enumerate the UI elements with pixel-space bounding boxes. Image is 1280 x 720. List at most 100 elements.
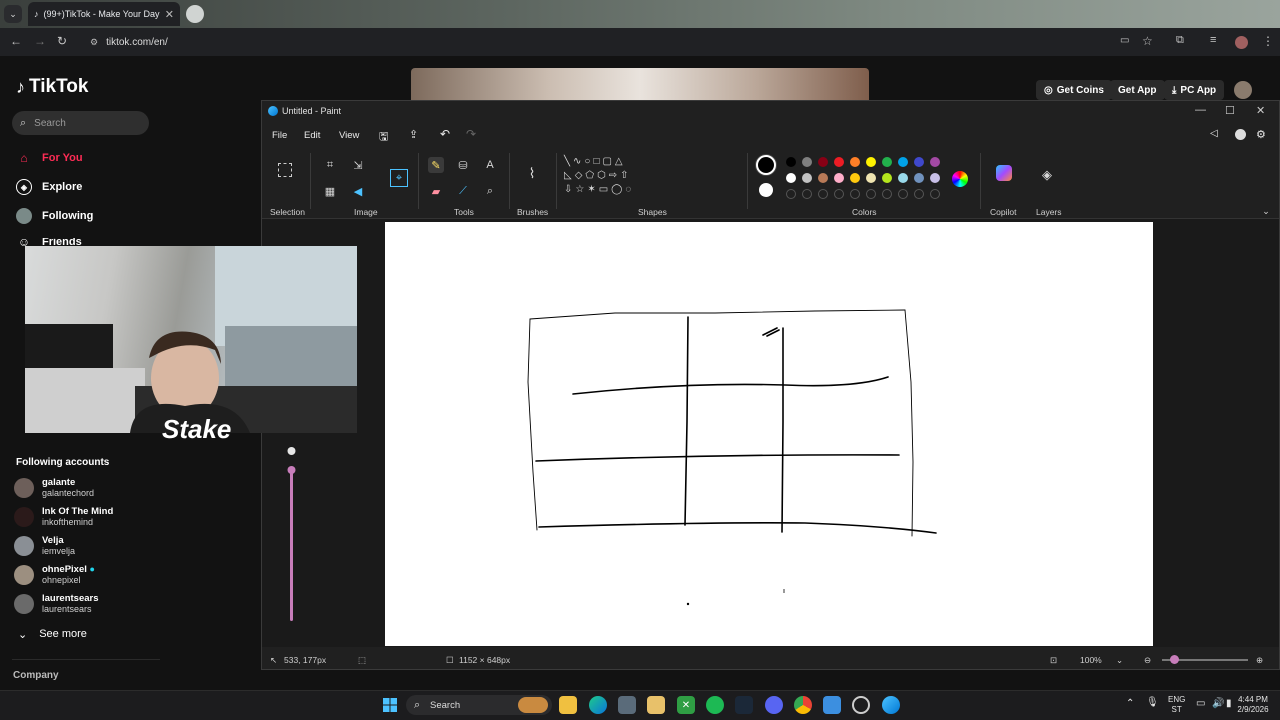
- color-swatch[interactable]: [850, 173, 860, 183]
- custom-color-slot[interactable]: [802, 189, 812, 199]
- forward-icon[interactable]: →: [34, 34, 46, 48]
- zoom-level[interactable]: 100%: [1080, 655, 1102, 665]
- following-account[interactable]: galante galantechord: [14, 477, 94, 499]
- secondary-color-swatch[interactable]: [759, 183, 773, 197]
- custom-color-slot[interactable]: [914, 189, 924, 199]
- pencil-icon[interactable]: ✎: [428, 157, 444, 173]
- crop-icon[interactable]: ⌗: [322, 157, 338, 173]
- zoom-dropdown-icon[interactable]: ⌄: [1116, 655, 1123, 666]
- zoom-slider-thumb[interactable]: [1170, 655, 1179, 664]
- extensions-icon[interactable]: ⧉: [1176, 34, 1184, 47]
- company-link[interactable]: Company: [13, 670, 59, 681]
- following-account[interactable]: Ink Of The Mind inkofthemind: [14, 506, 113, 528]
- color-swatch[interactable]: [802, 173, 812, 183]
- app-icon[interactable]: [647, 696, 665, 714]
- feedback-icon[interactable]: ◁: [1210, 128, 1218, 139]
- color-swatch[interactable]: [898, 173, 908, 183]
- microphone-icon[interactable]: 🎙: [1146, 698, 1159, 708]
- color-swatch[interactable]: [914, 157, 924, 167]
- following-account[interactable]: Velja iemvelja: [14, 535, 75, 557]
- custom-color-slot[interactable]: [882, 189, 892, 199]
- file-explorer-icon[interactable]: [559, 696, 577, 714]
- custom-color-slot[interactable]: [898, 189, 908, 199]
- store-icon[interactable]: [618, 696, 636, 714]
- layers-icon[interactable]: ◈: [1039, 167, 1055, 183]
- close-icon[interactable]: ✕: [1256, 104, 1265, 117]
- network-icon[interactable]: ▭: [1196, 699, 1205, 709]
- menu-edit[interactable]: Edit: [304, 130, 320, 141]
- selection-icon[interactable]: [278, 163, 292, 177]
- reload-icon[interactable]: ↻: [57, 34, 67, 48]
- tiktok-logo[interactable]: ♪ TikTok: [16, 76, 88, 98]
- settings-gear-icon[interactable]: ⚙: [1256, 128, 1266, 141]
- nav-for-you[interactable]: ⌂ For You: [16, 150, 82, 166]
- color-swatch[interactable]: [834, 157, 844, 167]
- video-thumbnail[interactable]: [411, 68, 869, 101]
- get-coins-button[interactable]: ◎ Get Coins: [1036, 80, 1112, 100]
- nav-following[interactable]: Following: [16, 208, 93, 224]
- address-bar[interactable]: ⚙ tiktok.com/en/: [82, 32, 1162, 52]
- nav-friends[interactable]: ☺ Friends: [16, 238, 82, 246]
- color-swatch[interactable]: [930, 173, 940, 183]
- custom-color-slot[interactable]: [850, 189, 860, 199]
- user-avatar[interactable]: [1234, 81, 1252, 99]
- language-indicator[interactable]: ENG ST: [1168, 695, 1185, 715]
- color-picker-icon[interactable]: ⟋: [455, 183, 471, 199]
- bookmark-star-icon[interactable]: ☆: [1142, 34, 1153, 48]
- rotate-icon[interactable]: ◀: [350, 183, 366, 199]
- excel-icon[interactable]: ✕: [677, 696, 695, 714]
- text-icon[interactable]: A: [482, 157, 498, 173]
- fill-bucket-icon[interactable]: ⛁: [455, 157, 471, 173]
- redo-icon[interactable]: ↷: [466, 127, 476, 141]
- menu-file[interactable]: File: [272, 130, 287, 141]
- browser-menu-icon[interactable]: ⋮: [1262, 34, 1274, 48]
- color-swatch[interactable]: [786, 157, 796, 167]
- color-swatch[interactable]: [802, 157, 812, 167]
- new-tab-button[interactable]: [186, 5, 204, 23]
- nav-explore[interactable]: ◈ Explore: [16, 179, 82, 195]
- get-app-button[interactable]: Get App: [1110, 80, 1165, 100]
- color-swatch[interactable]: [786, 173, 796, 183]
- fit-to-window-icon[interactable]: ⊡: [1050, 655, 1057, 666]
- menu-view[interactable]: View: [339, 130, 359, 141]
- color-swatch[interactable]: [930, 157, 940, 167]
- paint-taskbar-icon[interactable]: [882, 696, 900, 714]
- notepad-icon[interactable]: [823, 696, 841, 714]
- save-icon[interactable]: 🖫: [379, 128, 388, 147]
- chrome-icon[interactable]: [794, 696, 812, 714]
- edit-colors-icon[interactable]: [952, 171, 968, 187]
- magnifier-icon[interactable]: ⌕: [482, 183, 498, 199]
- pc-app-button[interactable]: ⤓ PC App: [1164, 80, 1225, 100]
- minimize-icon[interactable]: —: [1195, 104, 1206, 116]
- clock[interactable]: 4:44 PM 2/9/2026: [1232, 695, 1274, 715]
- maximize-icon[interactable]: ☐: [1225, 104, 1235, 117]
- custom-color-slot[interactable]: [786, 189, 796, 199]
- custom-color-slot[interactable]: [866, 189, 876, 199]
- shapes-gallery-icon[interactable]: ╲∿○□▢△ ◺◇⬠⬡⇨⇧ ⇩☆✶▭◯◌: [564, 155, 674, 201]
- close-tab-icon[interactable]: ✕: [165, 8, 174, 21]
- discord-icon[interactable]: [765, 696, 783, 714]
- steam-icon[interactable]: [735, 696, 753, 714]
- brush-size-slider[interactable]: [284, 445, 300, 625]
- tray-overflow-icon[interactable]: ⌃: [1126, 699, 1134, 709]
- share-icon[interactable]: ⇪: [409, 128, 418, 141]
- color-swatch[interactable]: [850, 157, 860, 167]
- color-swatch[interactable]: [866, 173, 876, 183]
- browser-tab[interactable]: ♪ (99+)TikTok - Make Your Day ✕: [28, 2, 180, 26]
- windows-start-icon[interactable]: [381, 696, 399, 714]
- spotify-icon[interactable]: [706, 696, 724, 714]
- color-swatch[interactable]: [882, 173, 892, 183]
- see-more-button[interactable]: ⌄ See more: [18, 628, 87, 641]
- brush-icon[interactable]: ⌇: [524, 165, 540, 181]
- account-icon[interactable]: [1235, 129, 1246, 140]
- color-swatch[interactable]: [818, 157, 828, 167]
- collapse-ribbon-icon[interactable]: ⌄: [1258, 203, 1274, 219]
- taskbar-search[interactable]: ⌕ Search: [406, 695, 552, 715]
- custom-color-slot[interactable]: [930, 189, 940, 199]
- copilot-icon[interactable]: [996, 165, 1012, 181]
- profile-avatar[interactable]: [1235, 36, 1248, 49]
- color-swatch[interactable]: [866, 157, 876, 167]
- back-icon[interactable]: ←: [10, 34, 22, 48]
- undo-icon[interactable]: ↶: [440, 127, 450, 141]
- image-select-icon[interactable]: ⌖: [390, 169, 408, 187]
